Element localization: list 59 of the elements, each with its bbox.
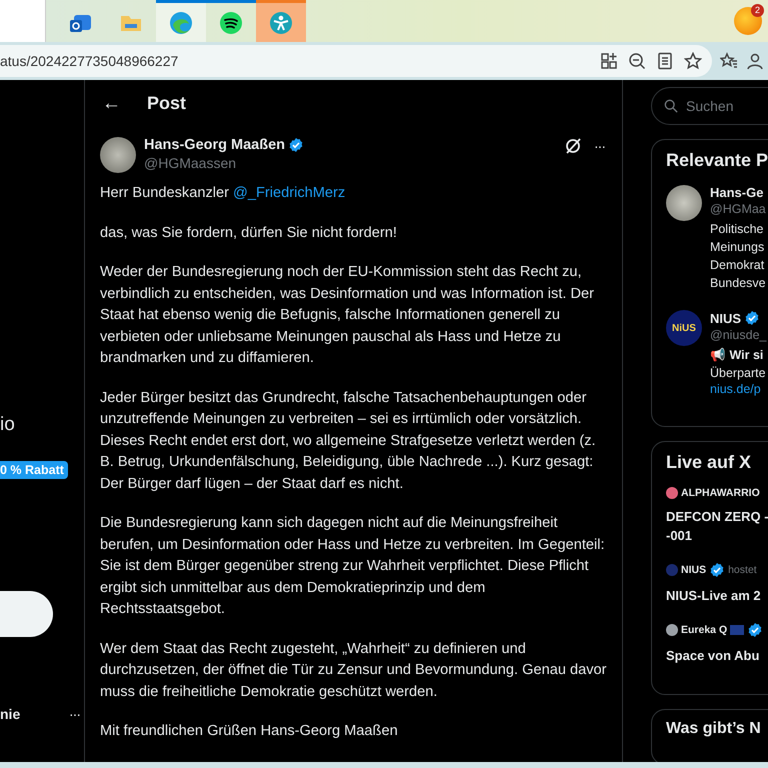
more-button[interactable]: ··· [594, 138, 605, 154]
profile-icon[interactable] [746, 52, 764, 70]
host-name[interactable]: Eureka Q [681, 624, 728, 636]
zoom-out-icon[interactable] [628, 52, 646, 70]
host-name[interactable]: ALPHAWARRIO [681, 487, 760, 499]
post-text: das, was Sie fordern, dürfen Sie nicht fordern! [100, 224, 398, 242]
hosting-label: hostet [728, 564, 757, 576]
author-name[interactable]: Hans-Georg Maaßen [144, 137, 285, 153]
card-title: Live auf X [666, 452, 752, 473]
address-bar[interactable]: atus/2024227735048966227 [0, 45, 712, 77]
post-text: Jeder Bürger besitzt das Grundrecht, falsche Tatsachenbehauptungen oder unzutreffende Meinungen zu verbreiten – sei es irrtümlich oder vorsätzlich. Dieses Recht endet erst dort, wo allgemeine Strafgesetze verletzt werden (z. B. Betrug, Urkundenfälschung, Beleidigung, üble Nachrede ...). Kurz gesagt: Der Bürger darf lügen – der Staat darf es nicht. [100, 388, 597, 494]
search-input[interactable]: Suchen [684, 97, 768, 115]
bio-link[interactable]: nius.de/p [710, 382, 766, 396]
favorites-icon[interactable] [720, 52, 738, 70]
avatar-placeholder[interactable] [666, 185, 702, 221]
post-text: Weder der Bundesregierung noch der EU-Kommission steht das Recht zu, verbindlich zu entscheiden, was Desinformation und was Information ist. Der Staat hat ebenso wenig die Befugnis, falsche Informationen generell zu verbieten oder unliebsame Meinungen pauschal als Hass und Hetze zu brandmarken und zu diffamieren. [100, 263, 595, 368]
mention-link[interactable]: @_FriedrichMerz [233, 185, 346, 201]
person-app-icon [268, 10, 294, 36]
live-title[interactable]: Space von Abu [666, 646, 768, 665]
reader-icon[interactable] [656, 52, 674, 70]
person-handle[interactable]: @HGMaa [710, 202, 766, 216]
discount-badge: 0 % Rabatt [0, 461, 68, 479]
bio-text: 📢 Wir si [710, 347, 764, 364]
avatar-placeholder[interactable] [100, 137, 136, 173]
bio-text: Bundesve [710, 275, 766, 292]
bio-text: Politische [710, 221, 764, 238]
live-title[interactable]: NIUS-Live am 2 [666, 586, 768, 605]
notification-badge: 2 [751, 4, 764, 17]
taskbar-search-field[interactable] [0, 0, 46, 42]
author-handle[interactable]: @HGMaassen [144, 155, 556, 171]
more-button[interactable]: ··· [69, 706, 80, 722]
page-title: Post [147, 93, 186, 114]
account-name[interactable]: nie [0, 706, 20, 722]
post-text: Herr Bundeskanzler @_FriedrichMerz [100, 184, 346, 203]
star-icon[interactable] [684, 52, 702, 70]
person-name[interactable]: Hans-Ge [710, 185, 764, 200]
post-text: Mit freundlichen Grüßen Hans-Georg Maaßen [100, 722, 399, 741]
profile-button[interactable]: 2 [734, 7, 762, 35]
add-app-icon[interactable] [600, 52, 618, 70]
bio-text: Meinungs [710, 239, 766, 256]
person-handle[interactable]: @niusde_ [710, 328, 766, 342]
browser-icon [168, 10, 194, 36]
post-text: Wer dem Staat das Recht zugesteht, „Wahrheit“ zu definieren und durchzusetzen, der öffnet die Tür zu Zensur und Bevormundung. Genau davor muss die freiheitliche Demokratie geschützt werden. [100, 640, 608, 702]
card-title: Was gibt’s N [666, 720, 762, 738]
music-app-icon [218, 10, 244, 36]
post-text: Die Bundesregierung kann sich dagegen nicht auf die Meinungsfreiheit berufen, um Desinformation oder Hass und Hetze zu verbreiten. Im Gegenteil: Sie ist dem Bürger gegenüber streng zur Wahrheit verpflichtet. Diese Pflicht ergibt sich unmittelbar aus dem Demokratieprinzip und dem Rechtsstaatsgebot. [100, 514, 606, 619]
host-name[interactable]: NIUS [681, 564, 706, 576]
live-title[interactable]: DEFCON ZERQ - -001 [666, 507, 768, 545]
nav-label[interactable]: io [0, 414, 15, 436]
post-button[interactable] [0, 591, 53, 637]
card-title: Relevante P [666, 150, 768, 171]
bio-text: Demokrat [710, 257, 766, 274]
person-name[interactable]: NIUS [710, 310, 742, 326]
search-icon [664, 99, 678, 113]
bio-text: Überparte [710, 365, 766, 382]
search-field[interactable]: Suchen [651, 87, 768, 125]
logo-avatar[interactable]: NiUS [666, 310, 702, 346]
slashed-circle-icon[interactable] [564, 137, 582, 155]
back-button[interactable]: ← [102, 92, 121, 114]
